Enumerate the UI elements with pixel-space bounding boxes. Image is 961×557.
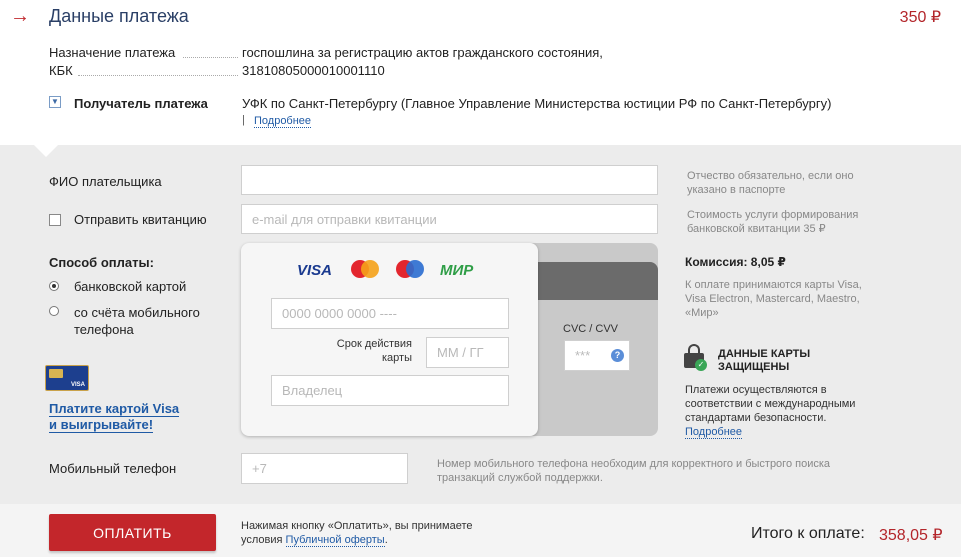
commission: Комиссия: 8,05 ₽ [685,255,786,269]
more-link[interactable]: Подробнее [254,115,312,128]
purpose-label: Назначение платежа [49,45,176,60]
total-label: Итого к оплате: [751,525,865,542]
secure-text: Платежи осуществляются в соответствии с … [685,383,885,439]
visa-promo-line1[interactable]: Платите картой Visa [49,401,180,417]
card-number-input[interactable]: 0000 0000 0000 ---- [271,298,509,329]
receipt-checkbox[interactable] [49,214,61,226]
receipt-hint: Стоимость услуги формирования банковской… [687,209,859,235]
phone-hint: Номер мобильного телефона необходим для … [437,458,831,484]
divider: | [242,114,245,126]
owner-placeholder: Владелец [282,383,343,398]
cvc-placeholder: *** [575,348,591,363]
leader-dots [78,75,238,76]
visa-promo-link[interactable]: Платите картой Visa и выигрывайте! [49,401,180,433]
mastercard-logo [351,260,379,278]
recipient-value: УФК по Санкт-Петербургу (Главное Управле… [242,96,832,111]
expiry-input[interactable]: ММ / ГГ [426,337,509,368]
recipient-label: Получатель платежа [74,96,208,111]
method-mobile-label[interactable]: со счёта мобильного телефона [74,304,214,338]
lock-icon: ✓ [684,344,708,371]
kbk-label: КБК [49,63,73,78]
email-input[interactable]: e-mail для отправки квитанции [241,204,658,234]
offer-link[interactable]: Публичной оферты [285,534,385,547]
kbk-value: 31810805000010001110 [242,63,385,78]
page-title: Данные платежа [49,6,189,26]
chevron-down-icon[interactable]: ▼ [49,96,61,108]
accepted-cards: К оплате принимаются карты Visa, Visa El… [685,279,862,319]
method-card-radio[interactable] [49,281,59,291]
fio-input[interactable] [241,165,658,195]
help-icon[interactable]: ? [611,349,624,362]
card-number-placeholder: 0000 0000 0000 ---- [282,306,397,321]
phone-label: Мобильный телефон [49,461,177,476]
visa-mini-logo: VISA [70,382,85,388]
section-notch [34,145,58,157]
phone-input[interactable]: +7 [241,453,408,484]
email-placeholder: e-mail для отправки квитанции [252,211,437,227]
fio-label: ФИО плательщика [49,174,162,189]
pay-button[interactable]: ОПЛАТИТЬ [49,514,216,551]
total-value: 358,05 ₽ [879,527,943,544]
header-amount: 350 ₽ [899,9,941,26]
offer-note: Нажимая кнопку «Оплатить», вы принимаете… [241,520,473,547]
expiry-label: Срок действия карты [336,338,412,364]
visa-promo-line2[interactable]: и выигрывайте! [49,417,154,433]
method-title: Способ оплаты: [49,255,154,270]
maestro-logo [396,260,424,278]
method-card-label[interactable]: банковской картой [74,279,186,294]
secure-text-body: Платежи осуществляются в соответствии с … [685,384,856,424]
back-arrow-icon[interactable]: → [10,4,30,28]
cvc-label: CVC / CVV [563,323,619,335]
visa-card-thumbnail[interactable]: VISA [45,365,89,391]
receipt-label: Отправить квитанцию [74,212,207,227]
leader-dots [183,57,238,58]
secure-more-link[interactable]: Подробнее [685,426,743,439]
method-mobile-radio[interactable] [49,306,59,316]
owner-input[interactable]: Владелец [271,375,509,406]
more-link-text[interactable]: Подробнее [254,115,312,128]
visa-logo: VISA [297,262,333,279]
expiry-placeholder: ММ / ГГ [437,345,484,360]
mir-logo: МИР [440,262,474,279]
secure-title: ДАННЫЕ КАРТЫ ЗАЩИЩЕНЫ [718,348,811,373]
fio-hint: Отчество обязательно, если оно указано в… [687,170,854,196]
purpose-value: госпошлина за регистрацию актов гражданс… [242,45,603,60]
phone-placeholder: +7 [252,461,267,476]
